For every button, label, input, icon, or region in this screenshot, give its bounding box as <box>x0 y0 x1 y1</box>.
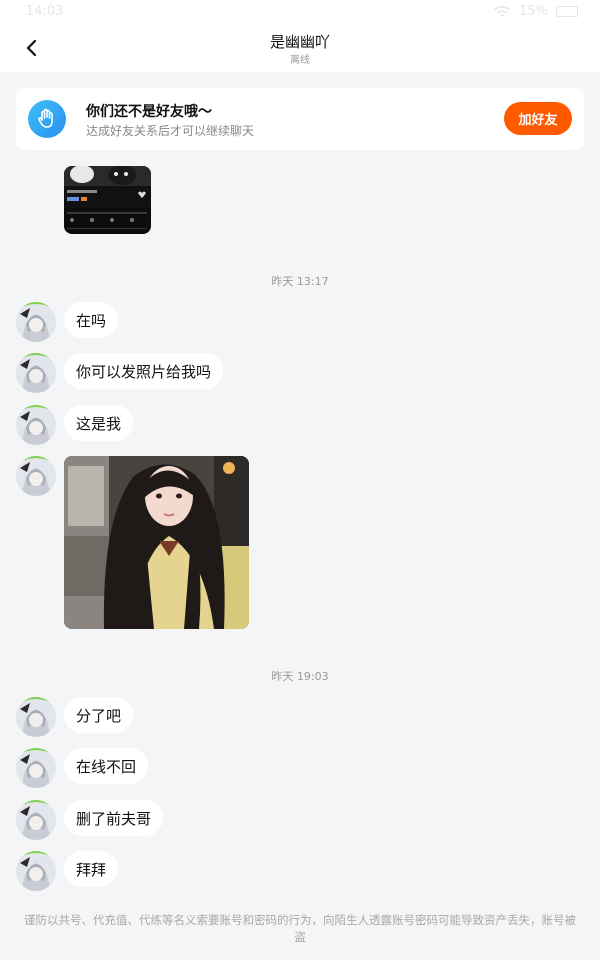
battery-percent: 15% <box>519 4 548 19</box>
message-bubble[interactable]: 分了吧 <box>64 697 134 733</box>
contact-name: 是幽幽吖 <box>269 33 330 51</box>
avatar[interactable] <box>16 353 56 393</box>
avatar[interactable] <box>16 456 56 496</box>
battery-icon <box>556 6 578 17</box>
message-bubble[interactable]: 在线不回 <box>64 748 149 784</box>
add-friend-button[interactable]: 加好友 <box>504 102 572 135</box>
avatar[interactable] <box>16 697 56 737</box>
online-status: 离线 <box>290 55 310 66</box>
avatar[interactable] <box>16 800 56 840</box>
avatar[interactable] <box>16 851 56 891</box>
avatar[interactable] <box>16 405 56 445</box>
message-bubble[interactable]: 这是我 <box>64 405 134 441</box>
message-bubble[interactable]: 删了前夫哥 <box>64 800 164 836</box>
banner-description: 达成好友关系后才可以继续聊天 <box>86 124 255 138</box>
time-divider: 昨天 19:03 <box>271 670 329 683</box>
message-bubble[interactable]: 拜拜 <box>64 851 119 887</box>
status-time: 14:03 <box>26 4 64 19</box>
waving-hand-icon <box>28 100 66 138</box>
message-bubble[interactable]: 在吗 <box>64 302 119 338</box>
message-bubble[interactable]: 你可以发照片给我吗 <box>64 353 224 389</box>
selfie-photo <box>64 456 249 629</box>
image-message-photo[interactable] <box>64 456 249 629</box>
image-message-screenshot[interactable] <box>64 166 151 234</box>
wifi-icon <box>493 5 511 17</box>
time-divider: 昨天 13:17 <box>271 275 329 288</box>
screenshot-thumbnail <box>64 166 151 229</box>
avatar[interactable] <box>16 302 56 342</box>
security-warning: 谨防以共号、代充值、代练等名义索要账号和密码的行为，向陌生人透露账号密码可能导致… <box>24 913 576 944</box>
not-friends-banner: 你们还不是好友哦～ 达成好友关系后才可以继续聊天 加好友 <box>16 88 584 150</box>
status-bar: 14:03 15% <box>0 0 600 24</box>
chat-header: 是幽幽吖 离线 <box>0 24 600 72</box>
banner-heading: 你们还不是好友哦～ <box>86 104 212 120</box>
avatar[interactable] <box>16 748 56 788</box>
